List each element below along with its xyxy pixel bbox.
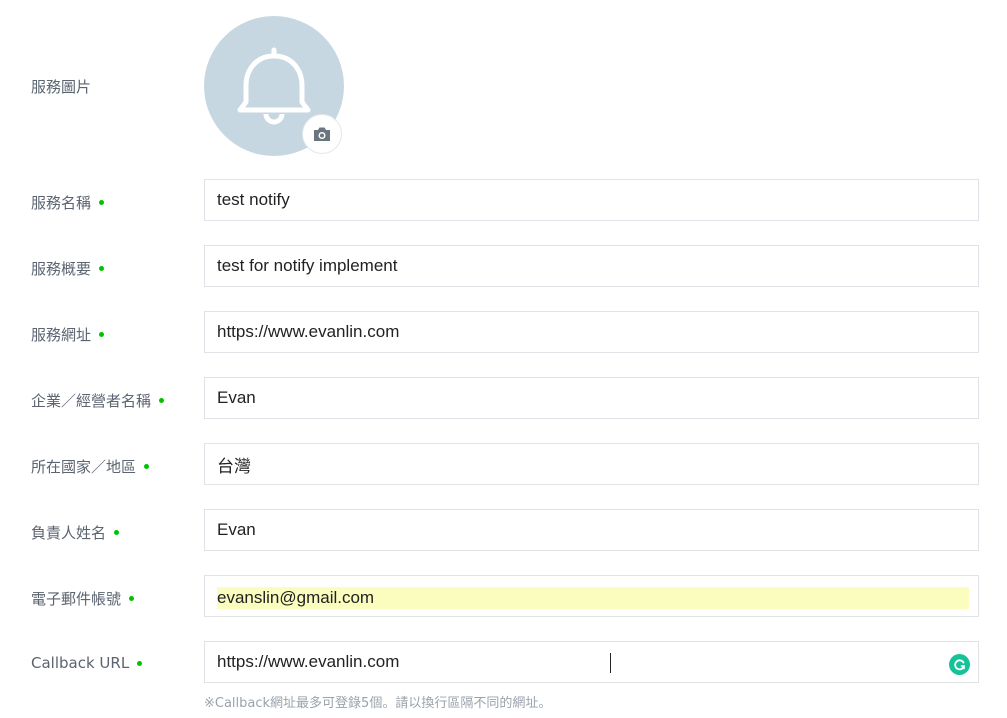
camera-icon: [314, 127, 330, 141]
grammarly-icon[interactable]: [949, 654, 970, 675]
text-caret: [610, 653, 611, 673]
person-in-charge-field-box: [204, 509, 979, 551]
country-region-field-box: [204, 443, 979, 485]
service-name-label: 服務名稱: [31, 192, 105, 213]
service-image-label-text: 服務圖片: [31, 78, 92, 96]
callback-url-label-text: Callback URL: [31, 654, 130, 672]
required-dot: [114, 530, 120, 535]
company-name-label: 企業／經營者名稱: [31, 390, 165, 411]
required-dot: [99, 200, 105, 205]
service-image-label: 服務圖片: [31, 76, 91, 97]
service-url-label-text: 服務網址: [31, 326, 92, 344]
callback-url-field-box: [204, 641, 979, 683]
company-name-field-box: [204, 377, 979, 419]
callback-url-hint: ※Callback網址最多可登錄5個。請以換行區隔不同的網址。: [204, 696, 552, 711]
email-label: 電子郵件帳號: [31, 588, 135, 609]
service-name-label-text: 服務名稱: [31, 194, 92, 212]
callback-url-input[interactable]: [217, 642, 957, 682]
email-input[interactable]: [217, 587, 969, 609]
person-in-charge-input[interactable]: [217, 510, 957, 550]
change-image-button[interactable]: [302, 114, 342, 154]
service-url-field-box: [204, 311, 979, 353]
required-dot: [99, 332, 105, 337]
company-name-input[interactable]: [217, 378, 957, 418]
required-dot: [137, 660, 143, 666]
service-name-input[interactable]: [217, 180, 957, 220]
service-name-field-box: [204, 179, 979, 221]
service-summary-field-box: [204, 245, 979, 287]
email-field-box: [204, 575, 979, 617]
required-dot: [159, 398, 165, 403]
country-region-label-text: 所在國家／地區: [31, 458, 137, 476]
callback-url-label: Callback URL: [31, 654, 143, 672]
required-dot: [129, 596, 135, 601]
country-region-input[interactable]: [217, 444, 957, 484]
required-dot: [144, 464, 150, 469]
person-in-charge-label-text: 負責人姓名: [31, 524, 107, 542]
service-summary-label: 服務概要: [31, 258, 105, 279]
service-summary-input[interactable]: [217, 246, 957, 286]
email-label-text: 電子郵件帳號: [31, 590, 122, 608]
required-dot: [99, 266, 105, 271]
company-name-label-text: 企業／經營者名稱: [31, 392, 152, 410]
country-region-label: 所在國家／地區: [31, 456, 150, 477]
service-summary-label-text: 服務概要: [31, 260, 92, 278]
person-in-charge-label: 負責人姓名: [31, 522, 120, 543]
service-url-input[interactable]: [217, 312, 957, 352]
service-url-label: 服務網址: [31, 324, 105, 345]
